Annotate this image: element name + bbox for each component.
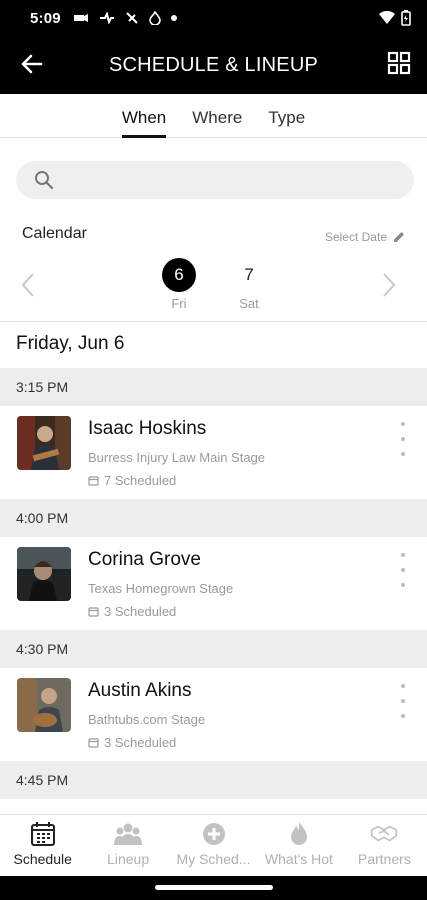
select-date-button[interactable]: Select Date xyxy=(325,230,405,244)
time-header: 4:30 PM xyxy=(0,630,427,668)
dot-icon xyxy=(170,15,177,21)
event-row[interactable]: Corina Grove Texas Homegrown Stage 3 Sch… xyxy=(0,537,427,629)
day-fri[interactable]: 6 Fri xyxy=(159,258,199,311)
more-options-button[interactable] xyxy=(393,553,413,587)
handshake-icon xyxy=(371,825,398,842)
search-input[interactable] xyxy=(16,161,414,199)
notification-icons xyxy=(73,11,177,25)
artist-name: Corina Grove xyxy=(88,549,201,570)
event-row[interactable]: Isaac Hoskins Burress Injury Law Main St… xyxy=(0,406,427,498)
calendar-small-icon xyxy=(88,476,99,486)
previous-day-button[interactable] xyxy=(20,272,40,298)
flame-icon xyxy=(290,822,307,845)
next-day-button[interactable] xyxy=(381,272,401,298)
calendar-icon xyxy=(30,822,55,846)
select-date-label: Select Date xyxy=(324,230,387,244)
tab-when[interactable]: When xyxy=(121,94,167,138)
flame-status-icon xyxy=(149,11,161,25)
event-row[interactable]: Austin Akins Bathtubs.com Stage 3 Schedu… xyxy=(0,668,427,760)
nav-label: Schedule xyxy=(13,851,72,867)
dot xyxy=(401,422,405,426)
page-title: SCHEDULE & LINEUP xyxy=(108,53,318,76)
calendar-small-icon xyxy=(88,738,99,748)
status-bar: 5:09 xyxy=(0,0,427,36)
back-button[interactable] xyxy=(18,50,46,78)
artist-photo xyxy=(17,678,71,732)
notification-icon xyxy=(73,14,88,22)
scheduled-label: 3 Scheduled xyxy=(104,735,177,750)
nav-label: Partners xyxy=(357,851,411,867)
nav-whats-hot[interactable]: What's Hot xyxy=(256,815,341,876)
day-sat[interactable]: 7 Sat xyxy=(229,258,269,311)
more-options-button[interactable] xyxy=(393,422,413,456)
nav-lineup[interactable]: Lineup xyxy=(85,815,170,876)
calendar-small-icon xyxy=(88,607,99,617)
dot xyxy=(401,437,405,441)
arrow-left-icon xyxy=(21,54,43,74)
more-options-button[interactable] xyxy=(393,684,413,718)
tab-where[interactable]: Where xyxy=(192,94,242,138)
time-header: 4:45 PM xyxy=(0,761,427,799)
scheduled-count: 7 Scheduled xyxy=(88,473,176,488)
notification-icon xyxy=(126,12,138,24)
calendar-label: Calendar xyxy=(22,225,87,242)
system-icons xyxy=(379,10,411,26)
time-header: 4:00 PM xyxy=(0,499,427,537)
dot xyxy=(401,714,405,718)
gesture-bar-area xyxy=(0,876,427,900)
artist-photo-image xyxy=(17,416,71,470)
nav-label: Lineup xyxy=(107,851,150,867)
grid-icon xyxy=(387,51,411,75)
dot xyxy=(401,553,405,557)
stage-name: Texas Homegrown Stage xyxy=(88,581,234,596)
artist-photo-image xyxy=(17,678,71,732)
chevron-right-icon xyxy=(383,273,396,297)
day-number: 7 xyxy=(244,265,254,284)
time-header: 3:15 PM xyxy=(0,368,427,406)
stage-name: Burress Injury Law Main Stage xyxy=(88,450,266,465)
pencil-icon xyxy=(394,232,404,242)
stage-name: Bathtubs.com Stage xyxy=(88,712,206,727)
nav-schedule[interactable]: Schedule xyxy=(0,815,85,876)
event-row[interactable] xyxy=(0,799,427,814)
battery-icon xyxy=(401,10,411,26)
nav-partners[interactable]: Partners xyxy=(342,815,427,876)
date-header: Friday, Jun 6 xyxy=(16,333,125,354)
artist-photo-image xyxy=(17,547,71,601)
scheduled-count: 3 Scheduled xyxy=(88,604,176,619)
nav-label: My Sched... xyxy=(176,851,251,867)
artist-photo xyxy=(17,547,71,601)
group-icon xyxy=(114,823,143,845)
nav-label: What's Hot xyxy=(264,851,333,867)
dot xyxy=(401,452,405,456)
nav-my-schedule[interactable]: My Sched... xyxy=(171,815,256,876)
app-bar: SCHEDULE & LINEUP xyxy=(0,36,427,94)
dot xyxy=(401,684,405,688)
filter-tabs: When Where Type xyxy=(0,94,427,138)
dot xyxy=(401,583,405,587)
artist-name: Isaac Hoskins xyxy=(88,418,207,439)
artist-name: Austin Akins xyxy=(88,680,192,701)
status-time: 5:09 xyxy=(30,9,61,27)
tab-type[interactable]: Type xyxy=(268,94,305,138)
dot xyxy=(401,568,405,572)
divider xyxy=(0,321,427,322)
day-name: Fri xyxy=(171,296,187,311)
day-number: 6 xyxy=(162,258,196,292)
chevron-left-icon xyxy=(21,273,34,297)
scheduled-count: 3 Scheduled xyxy=(88,735,176,750)
day-name: Sat xyxy=(239,296,259,311)
artist-photo xyxy=(17,416,71,470)
bottom-nav: Schedule Lineup My Sched... What's Hot P… xyxy=(0,814,427,876)
dot xyxy=(401,699,405,703)
scheduled-label: 7 Scheduled xyxy=(104,473,177,488)
search-icon xyxy=(35,171,54,190)
scheduled-label: 3 Scheduled xyxy=(104,604,177,619)
home-indicator[interactable] xyxy=(155,885,273,890)
notification-icon xyxy=(99,12,114,24)
add-circle-icon xyxy=(202,823,225,845)
grid-view-button[interactable] xyxy=(387,51,413,77)
wifi-icon xyxy=(379,11,395,24)
